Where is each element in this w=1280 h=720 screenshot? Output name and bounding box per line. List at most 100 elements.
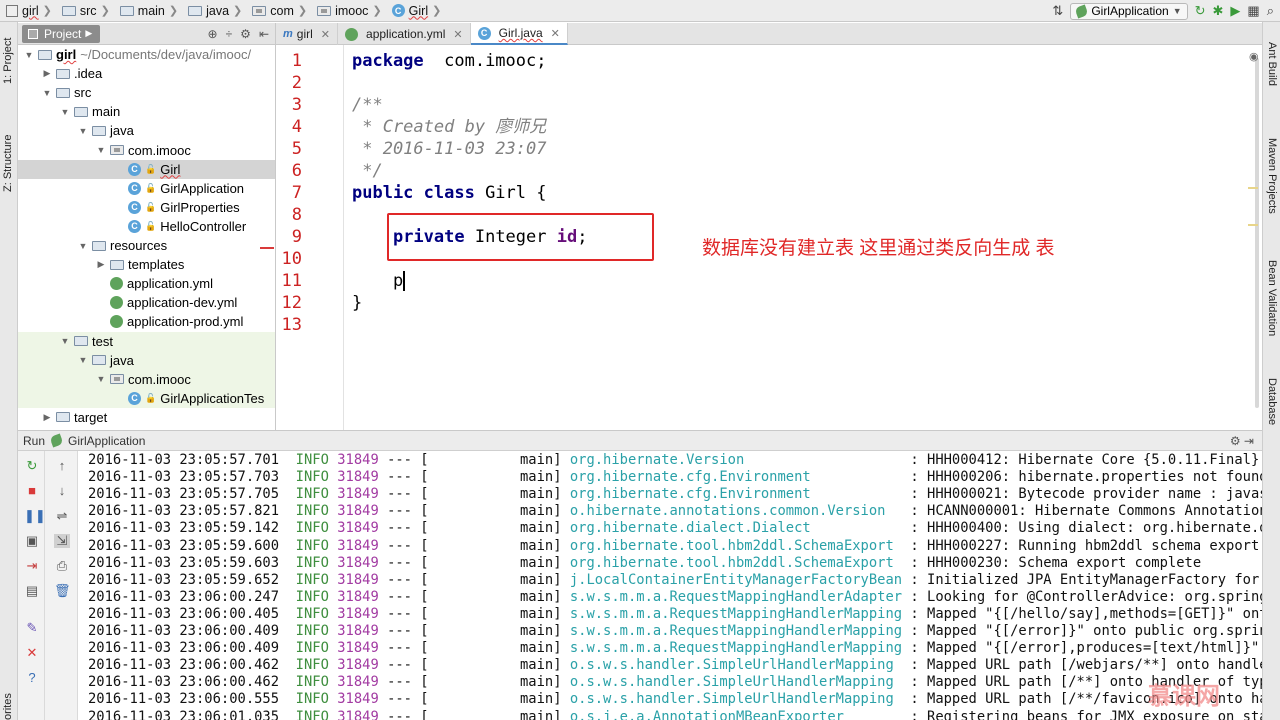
tree-item-path: ~/Documents/dev/java/imooc/ (80, 47, 252, 62)
scroll-to-end-icon[interactable]: ⇲ (54, 534, 70, 548)
search-icon[interactable]: ⌕ (1267, 0, 1274, 22)
editor-tab[interactable]: application.yml ✕ (338, 23, 471, 45)
bean-validation-tool-button[interactable]: Bean Validation (1266, 260, 1278, 336)
print-icon[interactable]: ⎙ (54, 559, 70, 573)
tree-item[interactable]: application.yml (18, 274, 275, 293)
tree-item-label: HelloController (160, 218, 247, 234)
breadcrumb-item[interactable]: main ❯ (114, 0, 182, 22)
tree-item[interactable]: ▼ girl ~/Documents/dev/java/imooc/ (18, 45, 275, 64)
tree-item[interactable]: C 🔓 GirlApplication (18, 179, 275, 198)
chevron-down-icon[interactable]: ▼ (78, 355, 88, 365)
favorites-tool-button[interactable]: orites (2, 693, 14, 720)
eye-icon[interactable]: ◉ (1249, 50, 1259, 63)
breadcrumb-item[interactable]: C Girl ❯ (386, 0, 446, 22)
tree-item[interactable]: C 🔓 HelloController (18, 217, 275, 236)
breadcrumb-item[interactable]: com ❯ (246, 0, 311, 22)
chevron-right-icon[interactable]: ▶ (96, 259, 106, 270)
structure-tool-button[interactable]: Z: Structure (2, 135, 14, 192)
build-icon[interactable]: ⇅ (1052, 0, 1063, 22)
rerun-icon[interactable]: ↻ (1195, 0, 1206, 22)
breadcrumb-label: Girl (408, 3, 429, 18)
console-output[interactable]: 2016-11-03 23:05:57.701 INFO 31849 --- [… (78, 451, 1262, 720)
run-panel-config[interactable]: GirlApplication (68, 434, 145, 448)
dump-threads-icon[interactable]: ▣ (24, 534, 40, 548)
restore-layout-icon[interactable]: ▤ (24, 584, 40, 598)
breadcrumb-item[interactable]: imooc ❯ (311, 0, 386, 22)
close-icon[interactable]: ✕ (453, 28, 462, 41)
close-icon[interactable]: ✕ (321, 28, 330, 41)
log-token: 31849 (337, 674, 379, 691)
tree-item[interactable]: ▼ main (18, 102, 275, 121)
ant-build-tool-button[interactable]: Ant Build (1266, 42, 1278, 86)
project-view-select[interactable]: Project ▶ (22, 24, 101, 43)
breadcrumb-item[interactable]: src ❯ (56, 0, 114, 22)
tree-item[interactable]: ▼ src (18, 83, 275, 102)
code-token: Girl { (485, 183, 547, 203)
chevron-down-icon[interactable]: ▼ (42, 88, 52, 98)
editor-scrollbar[interactable] (1255, 58, 1259, 408)
chevron-down-icon[interactable]: ▼ (60, 107, 70, 117)
close-icon[interactable]: ✕ (551, 27, 560, 40)
collapse-all-icon[interactable]: ÷ (226, 27, 233, 41)
log-token: : HHH000206: hibernate.properties not fo… (902, 469, 1262, 486)
chevron-right-icon[interactable]: ▶ (42, 68, 52, 79)
chevron-right-icon[interactable]: ▶ (42, 412, 52, 423)
error-stripe-mark[interactable] (1248, 187, 1258, 189)
rerun-icon[interactable]: ↻ (24, 459, 40, 473)
tree-item[interactable]: C 🔓 Girl (18, 159, 275, 179)
tree-item[interactable]: ▼ resources (18, 236, 275, 255)
chevron-down-icon[interactable]: ▼ (96, 374, 106, 384)
code-line: * Created by 廖师兄 (352, 116, 546, 138)
stop-icon[interactable]: ■ (24, 484, 40, 498)
arrow-up-icon[interactable]: ↑ (54, 459, 70, 473)
chevron-down-icon[interactable]: ▼ (78, 126, 88, 136)
breadcrumb-item[interactable]: girl ❯ (0, 0, 56, 22)
tree-item[interactable]: ▶ target (18, 408, 275, 427)
tree-item[interactable]: ▶ templates (18, 255, 275, 274)
tree-item[interactable]: C 🔓 GirlProperties (18, 198, 275, 217)
chevron-down-icon[interactable]: ▼ (60, 336, 70, 346)
chevron-down-icon[interactable]: ▼ (96, 145, 106, 155)
trash-icon[interactable]: 🗑 (54, 584, 71, 598)
editor-tab[interactable]: m girl ✕ (276, 23, 339, 45)
tree-item[interactable]: application-dev.yml (18, 293, 275, 312)
project-structure-icon[interactable]: ▦ (1247, 0, 1259, 22)
log-token: s.w.s.m.m.a.RequestMappingHandlerAdapter (569, 588, 903, 605)
toolbar: ⇅ GirlApplication ▼ ↻ ✱ ▶ ▦ ⌕ (1052, 0, 1280, 22)
maven-projects-tool-button[interactable]: Maven Projects (1266, 138, 1278, 214)
tree-item[interactable]: application-prod.yml (18, 312, 275, 331)
pin-icon[interactable]: ✎ (24, 621, 40, 635)
pause-icon[interactable]: ❚❚ (24, 509, 46, 523)
tree-item[interactable]: ▼ java (18, 350, 275, 370)
gear-icon[interactable]: ⚙ (240, 27, 251, 41)
soft-wrap-icon[interactable]: ⇌ (54, 509, 70, 523)
help-icon[interactable]: ? (24, 671, 40, 685)
breadcrumb-item[interactable]: java ❯ (182, 0, 246, 22)
coverage-icon[interactable]: ▶ (1230, 0, 1240, 22)
hide-panel-icon[interactable]: ⇤ (259, 27, 269, 41)
tree-item[interactable]: ▼ test (18, 331, 275, 351)
gear-icon[interactable]: ⚙ ⇥ (1230, 434, 1254, 448)
editor-tab[interactable]: C Girl.java ✕ (470, 23, 568, 45)
debug-icon[interactable]: ✱ (1213, 0, 1224, 22)
breadcrumb-label: com (270, 3, 294, 18)
tree-item[interactable]: ▼ java (18, 121, 275, 140)
tree-item[interactable]: ▼ com.imooc (18, 369, 275, 389)
chevron-down-icon[interactable]: ▼ (24, 50, 34, 60)
exit-icon[interactable]: ⇥ (24, 559, 40, 573)
tree-item[interactable]: ▼ com.imooc (18, 141, 275, 160)
code-token: p (352, 271, 404, 291)
error-stripe-mark[interactable] (1248, 224, 1258, 226)
tree-item[interactable]: C 🔓 GirlApplicationTes (18, 388, 275, 408)
sync-icon[interactable]: ⊕ (208, 27, 218, 41)
run-configuration-select[interactable]: GirlApplication ▼ (1070, 2, 1188, 20)
project-tool-button[interactable]: 1: Project (2, 38, 14, 84)
close-icon[interactable]: ✕ (24, 646, 40, 660)
chevron-down-icon[interactable]: ▼ (78, 241, 88, 251)
log-token: 2016-11-03 23:05:59.652 (88, 571, 296, 588)
log-token: --- [ main] (378, 605, 570, 622)
log-token: : Mapped "{[/hello/say],methods=[GET]}" … (902, 605, 1262, 622)
database-tool-button[interactable]: Database (1266, 378, 1278, 425)
arrow-down-icon[interactable]: ↓ (54, 484, 70, 498)
tree-item[interactable]: ▶ .idea (18, 64, 275, 83)
